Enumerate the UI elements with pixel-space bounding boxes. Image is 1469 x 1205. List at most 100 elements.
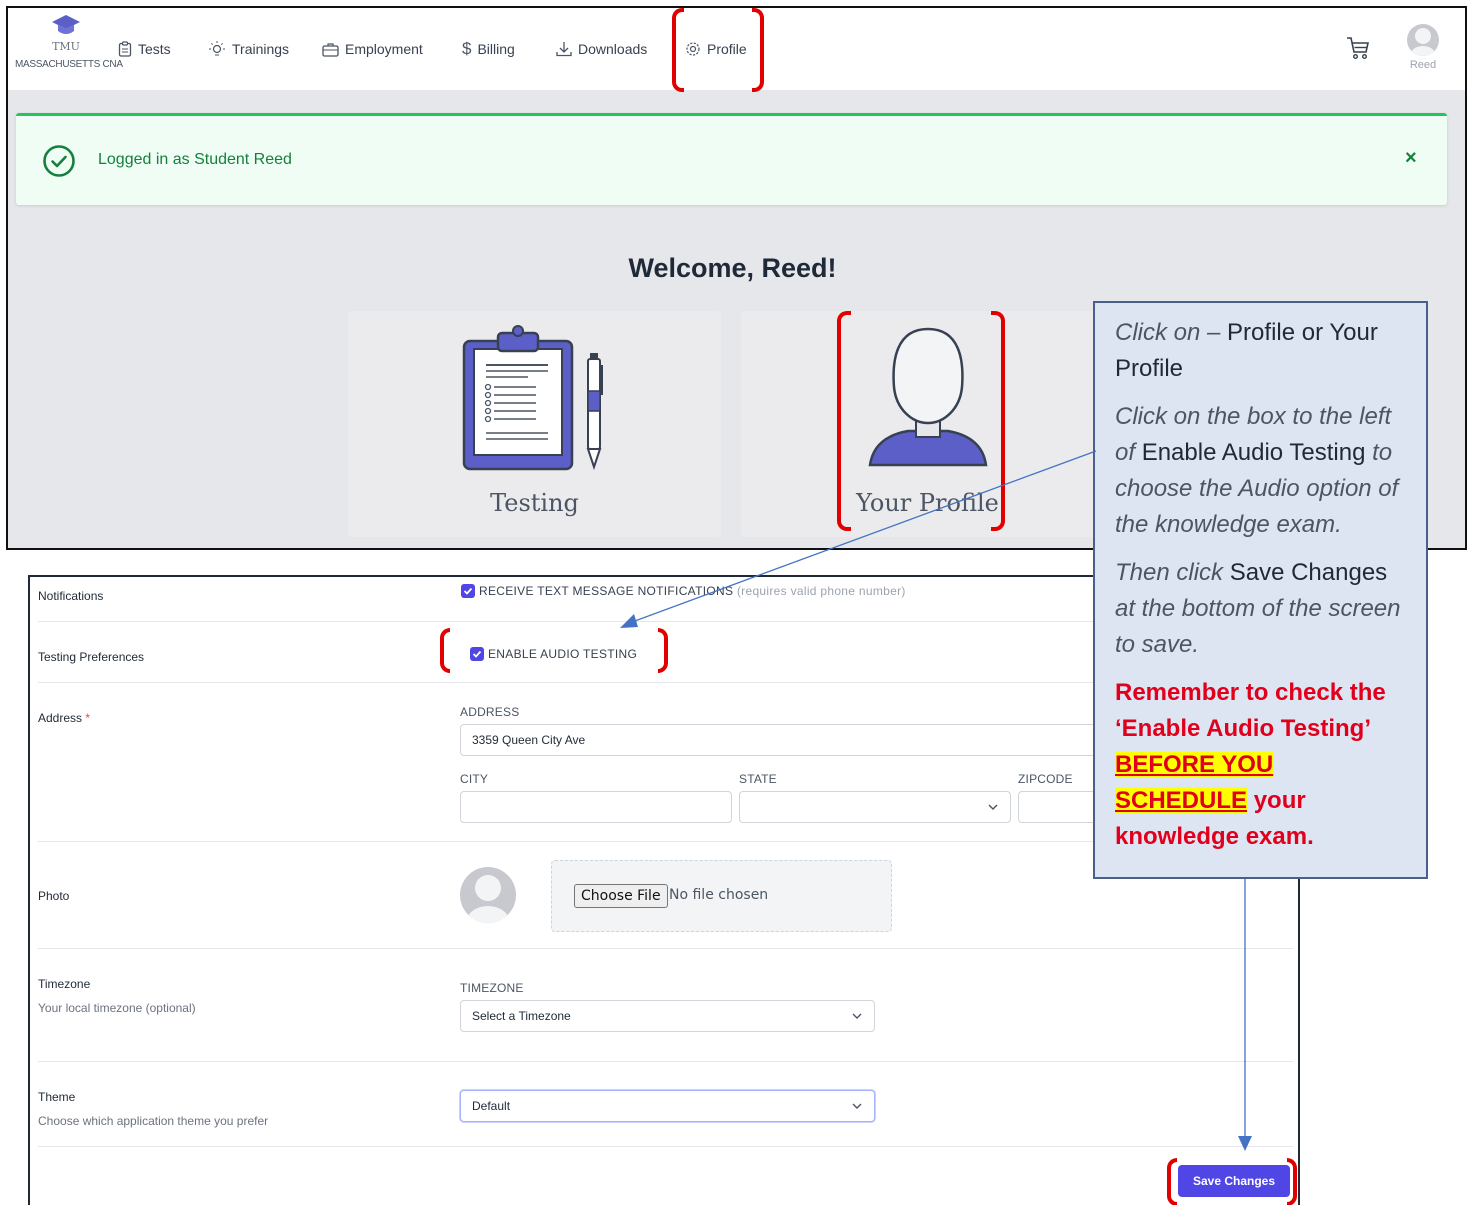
theme-label: Theme <box>38 1090 76 1104</box>
callout-step-1-italic: Click on – <box>1115 319 1221 346</box>
highlight-bracket-right <box>991 311 1005 531</box>
callout-warning: Remember to check the ‘Enable Audio Test… <box>1115 675 1410 855</box>
user-icon <box>1410 28 1436 56</box>
alert-message: Logged in as Student Reed <box>98 151 292 168</box>
nav-tests-label: Tests <box>138 41 171 57</box>
nav-employment-label: Employment <box>345 41 423 57</box>
text-notifications-text: RECEIVE TEXT MESSAGE NOTIFICATIONS <box>479 584 734 598</box>
checkmark-icon <box>463 587 473 595</box>
highlight-bracket-left <box>672 8 684 92</box>
login-alert: Logged in as Student Reed × <box>16 113 1447 205</box>
welcome-heading: Welcome, Reed! <box>628 253 837 283</box>
callout-step-3: Then click Save Changes at the bottom of… <box>1115 555 1410 663</box>
nav-trainings[interactable]: Trainings <box>208 38 289 60</box>
callout-step-3-italic-b: at the bottom of the screen to save. <box>1115 595 1401 658</box>
check-circle-icon <box>43 145 75 177</box>
nav-employment[interactable]: Employment <box>322 38 423 60</box>
timezone-select[interactable]: Select a Timezone <box>460 1000 875 1032</box>
nav-trainings-label: Trainings <box>232 41 290 57</box>
timezone-field-label: TIMEZONE <box>460 981 524 995</box>
address-label-text: Address <box>38 711 83 725</box>
enable-audio-testing-label: ENABLE AUDIO TESTING <box>488 647 638 661</box>
cart-button[interactable] <box>1345 35 1371 66</box>
theme-value: Default <box>472 1099 511 1113</box>
timezone-placeholder: Select a Timezone <box>472 1009 571 1023</box>
callout-step-3-italic-a: Then click <box>1115 559 1224 586</box>
your-profile-tile-label: Your Profile <box>856 489 999 517</box>
highlight-bracket-left <box>837 311 851 531</box>
divider <box>38 1146 1293 1147</box>
address-field-label: ADDRESS <box>460 705 520 719</box>
highlight-bracket-left <box>440 628 450 673</box>
cart-icon <box>1347 37 1369 60</box>
address-value: 3359 Queen City Ave <box>472 733 586 747</box>
timezone-label: Timezone <box>38 977 91 991</box>
tutorial-composite: TMU MASSACHUSETTS CNA Tests Trainings Em… <box>0 0 1469 1205</box>
instruction-callout: Click on – Profile or Your Profile Click… <box>1093 301 1428 879</box>
top-navbar: TMU MASSACHUSETTS CNA Tests Trainings Em… <box>8 8 1465 90</box>
brand-subtitle: MASSACHUSETTS CNA <box>15 59 123 70</box>
text-notifications-label: RECEIVE TEXT MESSAGE NOTIFICATIONS (requ… <box>479 584 906 598</box>
nav-billing-label: Billing <box>477 41 515 57</box>
photo-label: Photo <box>38 889 70 903</box>
callout-warning-highlight: BEFORE YOU SCHEDULE <box>1115 751 1274 814</box>
brand-logo[interactable]: TMU MASSACHUSETTS CNA <box>15 14 123 70</box>
highlight-bracket-right <box>752 8 764 92</box>
callout-step-3-target: Save Changes <box>1229 559 1388 586</box>
save-changes-button[interactable]: Save Changes <box>1178 1165 1290 1197</box>
required-mark: * <box>85 711 91 725</box>
enable-audio-testing-checkbox[interactable] <box>470 647 484 661</box>
highlight-bracket-right <box>658 628 668 673</box>
download-icon <box>556 42 572 57</box>
choose-file-button[interactable]: Choose File <box>574 884 668 908</box>
no-file-text: No file chosen <box>669 887 769 903</box>
person-illustration-icon <box>868 327 988 467</box>
nav-profile[interactable]: Profile <box>685 38 747 60</box>
brand-name: TMU <box>52 40 80 53</box>
divider <box>38 1061 1293 1062</box>
city-input[interactable] <box>460 791 732 823</box>
address-label: Address * <box>38 711 90 725</box>
testing-preferences-label: Testing Preferences <box>38 650 145 664</box>
divider <box>38 948 1293 949</box>
lightbulb-icon <box>209 41 225 56</box>
nav-downloads[interactable]: Downloads <box>556 38 647 60</box>
user-menu[interactable]: Reed <box>1406 24 1440 71</box>
callout-step-2-target: Enable Audio Testing <box>1141 439 1366 466</box>
gear-icon <box>686 42 700 56</box>
callout-step-2: Click on the box to the left of Enable A… <box>1115 399 1410 543</box>
callout-step-1: Click on – Profile or Your Profile <box>1115 315 1410 387</box>
graduation-cap-icon <box>52 15 80 34</box>
checkmark-icon <box>472 650 482 658</box>
clipboard-illustration-icon <box>462 325 603 471</box>
address-input[interactable]: 3359 Queen City Ave <box>460 724 1140 756</box>
user-name: Reed <box>1409 59 1437 71</box>
testing-tile[interactable]: Testing <box>348 311 721 537</box>
nav-profile-label: Profile <box>707 41 747 57</box>
your-profile-tile[interactable]: Your Profile <box>741 311 1114 537</box>
theme-sublabel: Choose which application theme you prefe… <box>38 1114 269 1128</box>
chevron-down-icon <box>852 1013 862 1019</box>
nav-billing[interactable]: $ Billing <box>462 38 515 60</box>
photo-dropzone[interactable]: Choose File No file chosen <box>551 860 892 932</box>
callout-warning-a: Remember to check the ‘Enable Audio Test… <box>1115 679 1386 742</box>
highlight-bracket-left <box>1167 1158 1177 1205</box>
close-icon[interactable]: × <box>1405 148 1417 168</box>
text-notifications-hint: (requires valid phone number) <box>736 584 906 598</box>
chevron-down-icon <box>988 804 998 810</box>
chevron-down-icon <box>852 1103 862 1109</box>
nav-downloads-label: Downloads <box>578 41 648 57</box>
theme-select[interactable]: Default <box>460 1090 875 1122</box>
notifications-label: Notifications <box>38 589 104 603</box>
dollar-icon: $ <box>462 39 472 58</box>
user-icon <box>466 875 510 923</box>
zipcode-field-label: ZIPCODE <box>1018 772 1073 786</box>
avatar <box>460 867 516 923</box>
state-select[interactable] <box>739 791 1011 823</box>
briefcase-icon <box>322 42 339 57</box>
city-field-label: CITY <box>460 772 489 786</box>
nav-tests[interactable]: Tests <box>118 38 171 60</box>
clipboard-icon <box>118 41 132 57</box>
avatar <box>1407 24 1439 56</box>
text-notifications-checkbox[interactable] <box>461 584 475 598</box>
